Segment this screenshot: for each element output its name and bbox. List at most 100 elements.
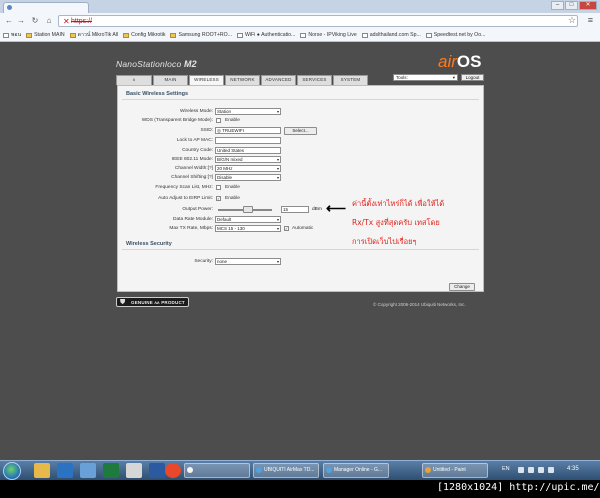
forward-arrow-icon[interactable]: → <box>16 16 26 26</box>
clock[interactable]: 4:35 <box>567 466 579 472</box>
max-tx-value: MCS 15 - 130 <box>217 226 245 231</box>
output-power-input[interactable]: 15 <box>281 206 309 213</box>
tray-arrow-icon[interactable] <box>518 467 524 473</box>
channel-shift-select[interactable]: Disable ▾ <box>215 174 281 181</box>
bookmark-item[interactable]: Norse - IPViking Live <box>300 32 357 38</box>
start-button[interactable] <box>3 462 21 480</box>
bookmark-item[interactable]: ดาวน์ MikroTik All <box>69 31 119 39</box>
language-indicator[interactable]: EN <box>502 466 510 472</box>
airos-logo: airOS <box>438 52 481 72</box>
chevron-down-icon: ▾ <box>276 109 279 114</box>
menu-icon[interactable]: ≡ <box>588 15 593 25</box>
network-icon[interactable] <box>528 467 534 473</box>
maximize-button[interactable]: □ <box>565 1 578 10</box>
media-player-icon[interactable] <box>57 463 73 478</box>
tab-network[interactable]: NETWORK <box>225 75 260 85</box>
automatic-checkbox[interactable]: ✓ <box>284 226 289 231</box>
freq-scan-row: Frequency Scan List, MHz: Enable <box>118 184 485 192</box>
output-power-slider-handle[interactable] <box>242 206 253 213</box>
ssid-label: SSID: <box>200 128 213 133</box>
model-variant: M2 <box>183 59 197 69</box>
security-select[interactable]: none ▾ <box>215 258 281 265</box>
model-name: loco <box>164 59 182 69</box>
tab-main[interactable]: MAIN <box>153 75 188 85</box>
taskbar-window-label: Manager Online - G... <box>334 467 383 473</box>
bookmark-item[interactable]: พอน <box>3 31 21 39</box>
tab-system[interactable]: SYSTEM <box>333 75 368 85</box>
folder-icon <box>69 32 76 38</box>
bookmark-item[interactable]: adslthailand.com Sp... <box>361 32 421 38</box>
taskbar-window-button[interactable]: Untitled - Paint <box>422 463 488 478</box>
taskbar-window-button[interactable]: UBIQUITI AirMax TD... <box>253 463 319 478</box>
auto-eirp-checkbox[interactable]: ✓ <box>216 196 221 201</box>
chevron-down-icon: ▾ <box>452 75 455 80</box>
ieee-value: B/G/N mixed <box>217 157 243 162</box>
app-icon[interactable] <box>126 463 142 478</box>
copyright-text: © Copyright 2006-2014 Ubiquiti Networks,… <box>373 302 466 307</box>
page-icon <box>300 32 307 38</box>
close-button[interactable]: ✕ <box>579 1 597 10</box>
taskbar-window-label: Untitled - Paint <box>433 467 466 473</box>
output-power-label: Output Power: <box>182 207 213 212</box>
channel-width-select[interactable]: 20 MHz ▾ <box>215 165 281 172</box>
tab-advanced[interactable]: ADVANCED <box>261 75 296 85</box>
logout-button[interactable]: Logout <box>461 74 484 81</box>
explorer-icon[interactable] <box>34 463 50 478</box>
winamp-icon[interactable] <box>80 463 96 478</box>
bookmark-label: Station MAIN <box>34 32 65 38</box>
tab-services[interactable]: SERVICES <box>297 75 332 85</box>
window-icon <box>256 467 262 473</box>
wireless-mode-select[interactable]: Station ▾ <box>215 108 281 115</box>
bookmark-item[interactable]: WiFi ● Authenticatio... <box>236 32 296 38</box>
bookmark-item[interactable]: Config Mikrotik <box>123 32 165 38</box>
bookmark-item[interactable]: Samsung ROOT+RO... <box>170 32 232 38</box>
country-field[interactable]: United States <box>215 147 281 154</box>
section-divider <box>122 249 479 250</box>
back-arrow-icon[interactable]: ← <box>4 16 14 26</box>
tab-ubnt-logo[interactable]: ᴧ <box>116 75 152 85</box>
country-row: Country Code: United States <box>118 147 485 155</box>
chrome-icon[interactable] <box>165 463 181 478</box>
automatic-label: Automatic <box>292 226 314 231</box>
browser-tab[interactable] <box>3 2 89 13</box>
page-icon <box>236 32 243 38</box>
minimize-button[interactable]: – <box>551 1 564 10</box>
bookmark-label: Speedtest.net by Oo... <box>433 32 486 38</box>
window-icon <box>326 467 332 473</box>
volume-icon[interactable] <box>538 467 544 473</box>
wds-checkbox[interactable] <box>216 118 221 123</box>
tools-select[interactable]: Tools: ▾ <box>393 74 458 81</box>
taskbar-window-button[interactable] <box>184 463 250 478</box>
bookmark-star-icon[interactable]: ☆ <box>568 15 576 25</box>
home-icon[interactable]: ⌂ <box>44 16 54 26</box>
wds-enable-label: Enable <box>225 118 240 123</box>
max-tx-select[interactable]: MCS 15 - 130 ▾ <box>215 225 281 232</box>
ssid-input[interactable]: ◎ TRUEWIFI <box>215 127 281 134</box>
bookmark-item[interactable]: Speedtest.net by Oo... <box>425 32 486 38</box>
address-bar[interactable]: ✕ https:// <box>58 15 578 27</box>
brand-name: NanoStation <box>116 59 165 69</box>
bookmark-label: ดาวน์ MikroTik All <box>77 32 119 38</box>
ieee-mode-select[interactable]: B/G/N mixed ▾ <box>215 156 281 163</box>
wireless-security-title: Wireless Security <box>126 241 172 247</box>
flag-icon[interactable] <box>548 467 554 473</box>
freq-scan-checkbox[interactable] <box>216 185 221 190</box>
select-ssid-button[interactable]: Select... <box>284 127 317 135</box>
change-button[interactable]: Change <box>449 283 475 291</box>
reload-icon[interactable]: ↻ <box>30 16 40 26</box>
word-icon[interactable] <box>149 463 165 478</box>
excel-icon[interactable] <box>103 463 119 478</box>
logo-os: OS <box>456 52 482 71</box>
bookmark-label: Samsung ROOT+RO... <box>178 32 232 38</box>
tab-wireless[interactable]: WIRELESS <box>189 75 224 85</box>
bookmark-item[interactable]: Station MAIN <box>26 32 65 38</box>
shield-icon: ⛊ <box>120 299 126 306</box>
genuine-product-badge: ⛊ GENUINE ᴧᴧ PRODUCT <box>116 297 189 307</box>
bookmark-label: Config Mikrotik <box>131 32 166 38</box>
taskbar-window-button[interactable]: Manager Online - G... <box>323 463 389 478</box>
lock-ap-input[interactable] <box>215 137 281 144</box>
bookmark-label: WiFi ● Authenticatio... <box>244 32 296 38</box>
section-divider <box>122 99 479 100</box>
logo-air: air <box>438 52 457 71</box>
data-rate-select[interactable]: Default ▾ <box>215 216 281 223</box>
